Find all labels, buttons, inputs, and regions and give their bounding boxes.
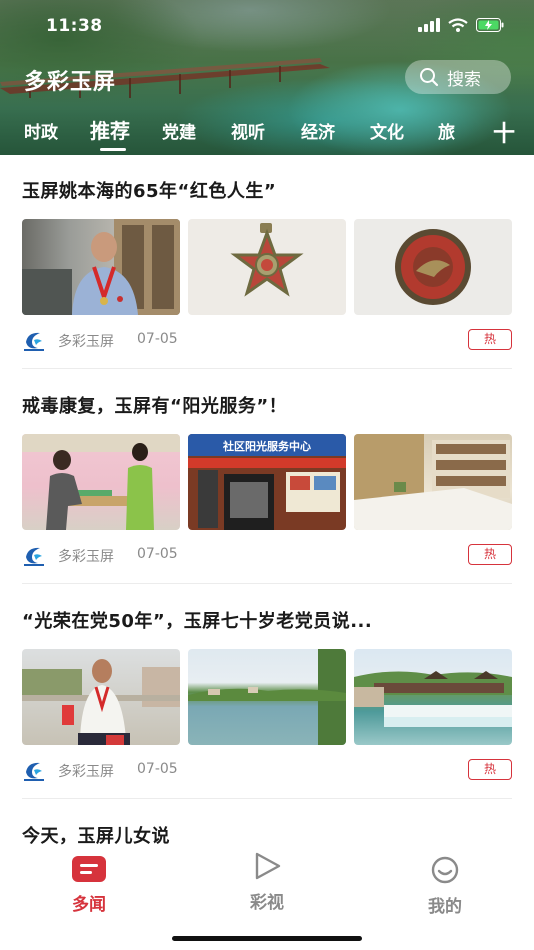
article-thumbnails: 社区阳光服务中心 [22, 434, 512, 530]
publish-date: 07-05 [137, 331, 178, 347]
nav-label-news: 多闻 [72, 895, 106, 915]
article-title[interactable]: “光荣在党50年”，玉屏七十岁老党员说... [22, 607, 372, 633]
source-name: 多彩玉屏 [58, 334, 114, 350]
thumbnail-meeting-room[interactable] [354, 434, 512, 530]
tab-jingji[interactable]: 经济 [301, 118, 335, 143]
thumbnail-elder-party-member[interactable] [22, 649, 180, 745]
publish-date: 07-05 [137, 761, 178, 777]
battery-charging-icon [476, 18, 504, 32]
home-indicator[interactable] [172, 936, 362, 941]
divider [22, 583, 512, 584]
channel-tabs: 时政 推荐 党建 视听 经济 文化 旅 十 [0, 114, 534, 154]
thumbnail-red-star-medal[interactable] [188, 219, 346, 315]
app-title: 多彩玉屏 [24, 70, 117, 95]
source-name: 多彩玉屏 [58, 549, 114, 565]
hot-badge: 热 [468, 544, 512, 565]
article-title[interactable]: 玉屏姚本海的65年“红色人生” [22, 177, 276, 203]
hot-badge: 热 [468, 759, 512, 780]
article-meta: 多彩玉屏 07-05 热 [22, 544, 512, 568]
search-label: 搜索 [447, 69, 481, 90]
status-icons [418, 18, 504, 32]
nav-label-profile: 我的 [428, 897, 462, 917]
tab-dangjian[interactable]: 党建 [162, 118, 196, 143]
article-meta: 多彩玉屏 07-05 热 [22, 759, 512, 783]
hot-badge: 热 [468, 329, 512, 350]
tab-shizheng[interactable]: 时政 [24, 118, 58, 143]
tab-shiting[interactable]: 视听 [231, 118, 265, 143]
article-thumbnails [22, 219, 512, 315]
article-thumbnails [22, 649, 512, 745]
source-logo-icon [24, 762, 44, 781]
thumbnail-veteran-with-medal[interactable] [22, 219, 180, 315]
thumbnail-counseling-session[interactable] [22, 434, 180, 530]
search-button[interactable]: 搜索 [405, 60, 511, 94]
nav-item-profile[interactable]: 我的 [400, 856, 490, 917]
tab-wenhua[interactable]: 文化 [370, 118, 404, 143]
news-icon [72, 856, 106, 882]
nav-item-news[interactable]: 多闻 [44, 856, 134, 915]
thumbnail-wind-rain-bridge[interactable] [354, 649, 512, 745]
sign-text: 社区阳光服务中心 [222, 439, 311, 453]
thumbnail-round-medal[interactable] [354, 219, 512, 315]
thumbnail-river-landscape[interactable] [188, 649, 346, 745]
tab-tuijian[interactable]: 推荐 [90, 115, 130, 144]
thumbnail-sunshine-service-center[interactable]: 社区阳光服务中心 [188, 434, 346, 530]
divider [22, 798, 512, 799]
profile-icon [431, 856, 459, 884]
nav-item-video[interactable]: 彩视 [222, 852, 312, 913]
wifi-icon [448, 18, 468, 32]
active-tab-indicator [100, 148, 126, 151]
status-time: 11:38 [46, 16, 103, 36]
publish-date: 07-05 [137, 546, 178, 562]
divider [22, 368, 512, 369]
search-icon [420, 68, 439, 87]
source-name: 多彩玉屏 [58, 764, 114, 780]
article-title[interactable]: 戒毒康复，玉屏有“阳光服务”！ [22, 392, 287, 418]
nav-label-video: 彩视 [250, 893, 284, 913]
article-meta: 多彩玉屏 07-05 热 [22, 329, 512, 353]
add-channel-button[interactable]: 十 [493, 116, 515, 148]
source-logo-icon [24, 332, 44, 351]
tab-lv[interactable]: 旅 [438, 118, 455, 143]
signal-icon [418, 18, 440, 32]
article-title[interactable]: 今天，玉屏儿女说 [22, 822, 170, 848]
source-logo-icon [24, 547, 44, 566]
bottom-navigation: 多闻 彩视 我的 [0, 850, 534, 950]
status-bar: 11:38 [0, 0, 534, 54]
play-icon [255, 852, 281, 880]
